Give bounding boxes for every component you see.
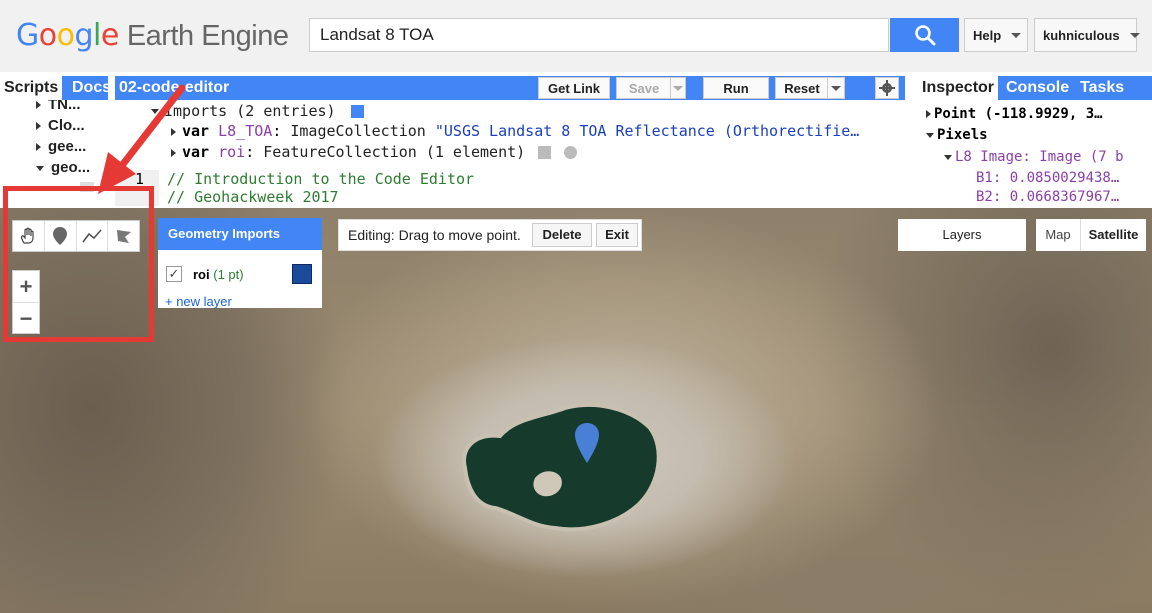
chevron-right-icon	[36, 101, 41, 110]
target-icon[interactable]	[564, 146, 578, 159]
code-comment: // Introduction to the Code Editor	[167, 170, 475, 188]
inspector-panel: Point (-118.9929, 3… Pixels L8 Image: Im…	[918, 100, 1152, 206]
chevron-down-icon	[1129, 32, 1140, 38]
chevron-down-icon	[831, 85, 841, 91]
point-row[interactable]: Point (-118.9929, 3…	[926, 106, 1103, 122]
layer-checkbox[interactable]: ✓	[166, 266, 182, 282]
chevron-down-icon	[1011, 32, 1022, 38]
save-dropdown[interactable]	[670, 77, 686, 99]
chevron-right-icon	[36, 122, 41, 131]
chevron-down-icon	[673, 85, 683, 91]
search-input[interactable]: Landsat 8 TOA	[309, 18, 889, 52]
earth-engine-logo[interactable]: Google Earth Engine	[16, 18, 289, 53]
right-panel-tabs: Inspector Console Tasks	[918, 76, 1152, 100]
logo-text: Earth Engine	[126, 20, 289, 52]
tab-scripts[interactable]: Scripts	[0, 76, 63, 100]
user-button[interactable]: kuhniculous	[1034, 18, 1140, 52]
save-button[interactable]: Save	[616, 77, 672, 99]
layer-label[interactable]: roi (1 pt)	[193, 267, 244, 282]
chevron-down-icon	[926, 132, 934, 138]
lake-shape	[462, 403, 661, 532]
import-row[interactable]: var roi: FeatureCollection (1 element)	[171, 143, 578, 161]
list-icon[interactable]	[350, 105, 364, 118]
exit-button[interactable]: Exit	[596, 223, 638, 247]
get-link-button[interactable]: Get Link	[538, 77, 610, 99]
map-type-toggle: Map Satellite	[1036, 219, 1146, 251]
chevron-down-icon	[944, 154, 952, 160]
band-value: B2: 0.0668367967…	[976, 189, 1120, 205]
arrow-annotation	[98, 84, 186, 194]
chevron-down-icon	[36, 165, 44, 171]
editing-status: Editing: Drag to move point.	[348, 227, 521, 243]
tab-tasks[interactable]: Tasks	[1076, 76, 1128, 100]
run-button[interactable]: Run	[703, 77, 769, 99]
tab-inspector[interactable]: Inspector	[918, 76, 999, 100]
settings-button[interactable]	[875, 77, 899, 99]
reset-dropdown[interactable]	[827, 77, 845, 99]
top-bar: Google Earth Engine Landsat 8 TOA Help ku…	[0, 0, 1152, 72]
map-type-map[interactable]: Map	[1036, 219, 1081, 251]
list-item[interactable]: gee...	[36, 138, 86, 155]
band-value: B1: 0.0850029438…	[976, 170, 1120, 186]
pixels-row[interactable]: Pixels	[926, 127, 988, 143]
reset-button[interactable]: Reset	[775, 77, 829, 99]
editing-toolbar: Editing: Drag to move point. Delete Exit	[338, 219, 642, 251]
new-layer-link[interactable]: + new layer	[165, 294, 232, 309]
search-button[interactable]	[890, 18, 959, 52]
list-item[interactable]: Clo...	[36, 117, 85, 134]
import-row[interactable]: var L8_TOA: ImageCollection "USGS Landsa…	[171, 122, 859, 140]
code-editor[interactable]: Imports (2 entries) var L8_TOA: ImageCol…	[115, 100, 905, 206]
map-view[interactable]: + − Geometry Imports ✓ roi (1 pt) + new …	[0, 208, 1152, 613]
search-icon	[914, 25, 935, 46]
help-button[interactable]: Help	[964, 18, 1028, 52]
delete-button[interactable]: Delete	[532, 223, 592, 247]
editor-toolbar: 02-code-editor Get Link Save Run Reset	[115, 76, 905, 100]
list-item[interactable]: geo...	[36, 159, 90, 176]
tab-console[interactable]: Console	[1002, 76, 1073, 100]
gear-icon[interactable]	[538, 146, 552, 159]
map-marker-icon[interactable]	[575, 423, 599, 463]
image-row[interactable]: L8 Image: Image (7 b	[944, 149, 1124, 165]
layer-color-swatch[interactable]	[292, 264, 312, 284]
geometry-imports-panel: Geometry Imports ✓ roi (1 pt) + new laye…	[158, 218, 322, 309]
highlight-box	[3, 186, 154, 342]
code-comment: // Geohackweek 2017	[167, 188, 339, 206]
chevron-right-icon	[36, 143, 41, 152]
layers-button[interactable]: Layers	[898, 219, 1026, 251]
geometry-imports-title[interactable]: Geometry Imports	[158, 218, 322, 250]
chevron-right-icon	[926, 110, 931, 118]
list-item[interactable]: TN...	[36, 100, 81, 113]
map-type-satellite[interactable]: Satellite	[1081, 219, 1146, 251]
gear-icon	[879, 80, 895, 96]
